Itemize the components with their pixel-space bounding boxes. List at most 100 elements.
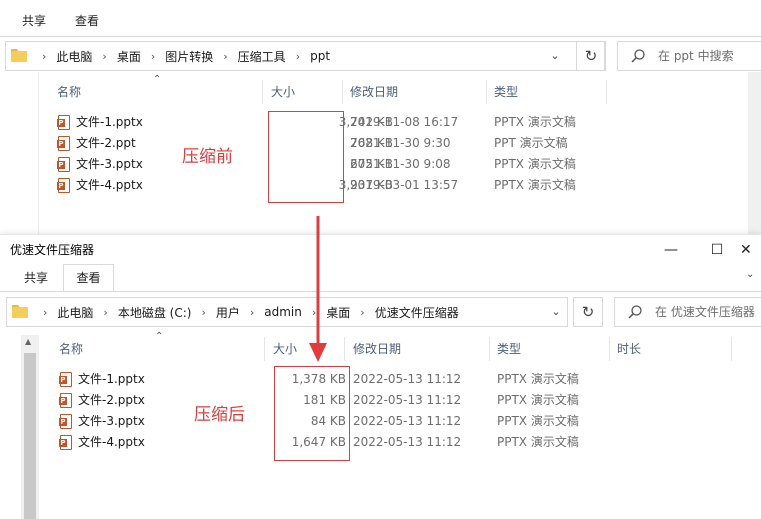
- breadcrumb-item[interactable]: 压缩工具: [238, 48, 286, 65]
- column-header-name[interactable]: 名称: [57, 80, 81, 104]
- file-date: 2021-11-30 9:08: [350, 157, 451, 171]
- chevron-right-icon: ›: [150, 49, 156, 63]
- address-dropdown-button[interactable]: ⌄: [545, 298, 567, 326]
- column-separator[interactable]: [606, 80, 607, 104]
- breadcrumb-item[interactable]: ppt: [310, 49, 330, 63]
- tab-share[interactable]: 共享: [12, 264, 60, 292]
- maximize-button[interactable]: ☐: [694, 235, 740, 265]
- powerpoint-file-icon: P: [57, 136, 70, 151]
- file-name: 文件-2.ppt: [76, 136, 136, 150]
- breadcrumb-item[interactable]: 桌面: [117, 48, 141, 65]
- search-box[interactable]: 在 ppt 中搜索: [617, 41, 761, 71]
- column-separator[interactable]: [342, 80, 343, 104]
- refresh-button[interactable]: ↻: [576, 41, 606, 71]
- chevron-right-icon: ›: [103, 305, 108, 319]
- annotation-after: 压缩后: [194, 405, 245, 425]
- file-name-cell: P 文件-3.pptx: [57, 154, 143, 175]
- file-name: 文件-3.pptx: [76, 157, 143, 171]
- column-header-type[interactable]: 类型: [497, 337, 521, 361]
- file-row[interactable]: P 文件-1.pptx 3,742 KB 2019-11-08 16:17 PPTX 演…: [57, 112, 657, 133]
- search-placeholder: 在 ppt 中搜索: [658, 49, 734, 63]
- column-header-date[interactable]: 修改日期: [350, 80, 398, 104]
- file-row[interactable]: P 文件-3.pptx 675 KB 2021-11-30 9:08 PPTX 演示文稿: [57, 154, 657, 175]
- sort-up-icon: ⌃: [153, 74, 162, 85]
- file-name: 文件-1.pptx: [78, 372, 145, 386]
- breadcrumb-item[interactable]: 图片转换: [165, 48, 213, 65]
- column-header-date[interactable]: 修改日期: [353, 337, 401, 361]
- file-name: 文件-4.pptx: [78, 435, 145, 449]
- file-row[interactable]: P 文件-4.pptx 3,937 KB 2019-03-01 13:57 PPTX 演…: [57, 175, 657, 196]
- file-date: 2022-05-13 11:12: [353, 372, 462, 386]
- ribbon-tabs: 共享 查看: [0, 6, 761, 36]
- column-separator[interactable]: [486, 80, 487, 104]
- column-separator[interactable]: [731, 337, 732, 361]
- address-bar[interactable]: › 此电脑 › 桌面 › 图片转换 › 压缩工具 › ppt ⌄: [5, 41, 605, 71]
- scrollbar[interactable]: [748, 72, 761, 234]
- file-date: 2019-03-01 13:57: [350, 178, 459, 192]
- breadcrumb-item[interactable]: 本地磁盘 (C:): [118, 304, 192, 321]
- scrollbar-thumb[interactable]: [24, 353, 36, 519]
- breadcrumb: › 此电脑 › 本地磁盘 (C:) › 用户 › admin › 桌面 › 优速…: [33, 298, 459, 326]
- refresh-icon: ↻: [584, 47, 598, 65]
- column-separator[interactable]: [489, 337, 490, 361]
- tab-view[interactable]: 查看: [63, 264, 114, 292]
- scroll-up-icon[interactable]: ▲: [25, 337, 31, 346]
- chevron-right-icon: ›: [102, 49, 107, 63]
- size-highlight-box: [274, 366, 350, 461]
- file-row[interactable]: P 文件-2.ppt 768 KB 2021-11-30 9:30 PPT 演示文稿: [57, 133, 657, 154]
- file-type: PPTX 演示文稿: [497, 414, 579, 428]
- address-bar[interactable]: › 此电脑 › 本地磁盘 (C:) › 用户 › admin › 桌面 › 优速…: [6, 297, 568, 327]
- file-name: 文件-3.pptx: [78, 414, 145, 428]
- powerpoint-file-icon: P: [57, 115, 70, 130]
- file-date: 2021-11-30 9:30: [350, 136, 451, 150]
- refresh-icon: ↻: [581, 303, 595, 321]
- file-type: PPTX 演示文稿: [494, 178, 576, 192]
- file-name-cell: P 文件-4.pptx: [57, 175, 143, 196]
- file-date: 2019-11-08 16:17: [350, 115, 459, 129]
- breadcrumb-item[interactable]: 桌面: [326, 304, 350, 321]
- nav-pane-divider: [38, 72, 39, 234]
- file-name-cell: P 文件-2.ppt: [57, 133, 136, 154]
- column-separator[interactable]: [609, 337, 610, 361]
- breadcrumb-item[interactable]: admin: [264, 305, 302, 319]
- column-header-duration[interactable]: 时长: [617, 337, 641, 361]
- tab-share[interactable]: 共享: [10, 6, 58, 36]
- column-separator[interactable]: [264, 337, 265, 361]
- column-header-size[interactable]: 大小: [273, 337, 297, 361]
- file-row[interactable]: P 文件-4.pptx 1,647 KB 2022-05-13 11:12 PPTX 演…: [59, 432, 659, 453]
- file-row[interactable]: P 文件-3.pptx 84 KB 2022-05-13 11:12 PPTX 演示文稿: [59, 411, 659, 432]
- powerpoint-file-icon: P: [59, 393, 72, 408]
- column-header-name[interactable]: 名称: [59, 337, 83, 361]
- search-box[interactable]: 在 优速文件压缩器: [614, 297, 761, 327]
- top-explorer-window: 共享 查看 › 此电脑 › 桌面 › 图片转换 › 压缩工具 › ppt ⌄ ↻…: [0, 0, 761, 234]
- search-placeholder: 在 优速文件压缩器: [655, 305, 755, 319]
- ribbon-divider: [0, 291, 761, 292]
- column-header-size[interactable]: 大小: [271, 80, 295, 104]
- file-date: 2022-05-13 11:12: [353, 435, 462, 449]
- address-dropdown-button[interactable]: ⌄: [544, 42, 566, 70]
- breadcrumb-item[interactable]: 优速文件压缩器: [375, 304, 459, 321]
- breadcrumb-item[interactable]: 用户: [216, 304, 240, 321]
- powerpoint-file-icon: P: [59, 414, 72, 429]
- file-type: PPT 演示文稿: [494, 136, 568, 150]
- sort-up-icon: ⌃: [155, 331, 164, 342]
- file-row[interactable]: P 文件-2.pptx 181 KB 2022-05-13 11:12 PPTX 演示文…: [59, 390, 659, 411]
- file-name-cell: P 文件-2.pptx: [59, 390, 145, 411]
- file-row[interactable]: P 文件-1.pptx 1,378 KB 2022-05-13 11:12 PPTX 演…: [59, 369, 659, 390]
- refresh-button[interactable]: ↻: [573, 297, 603, 327]
- ribbon-expand-icon[interactable]: ⌄: [746, 269, 754, 280]
- breadcrumb-item[interactable]: 此电脑: [56, 48, 92, 65]
- nav-pane-scrollbar[interactable]: ▲: [21, 335, 39, 519]
- chevron-right-icon: ›: [249, 305, 255, 319]
- tab-view[interactable]: 查看: [62, 6, 112, 36]
- ribbon-tabs: 共享 查看: [0, 264, 761, 292]
- column-separator[interactable]: [344, 337, 345, 361]
- close-button[interactable]: ✕: [740, 235, 761, 265]
- column-header-type[interactable]: 类型: [494, 80, 518, 104]
- chevron-right-icon: ›: [201, 305, 206, 319]
- breadcrumb-item[interactable]: 此电脑: [57, 304, 93, 321]
- file-name: 文件-4.pptx: [76, 178, 143, 192]
- minimize-button[interactable]: —: [648, 235, 694, 265]
- column-separator[interactable]: [262, 80, 263, 104]
- powerpoint-file-icon: P: [57, 178, 70, 193]
